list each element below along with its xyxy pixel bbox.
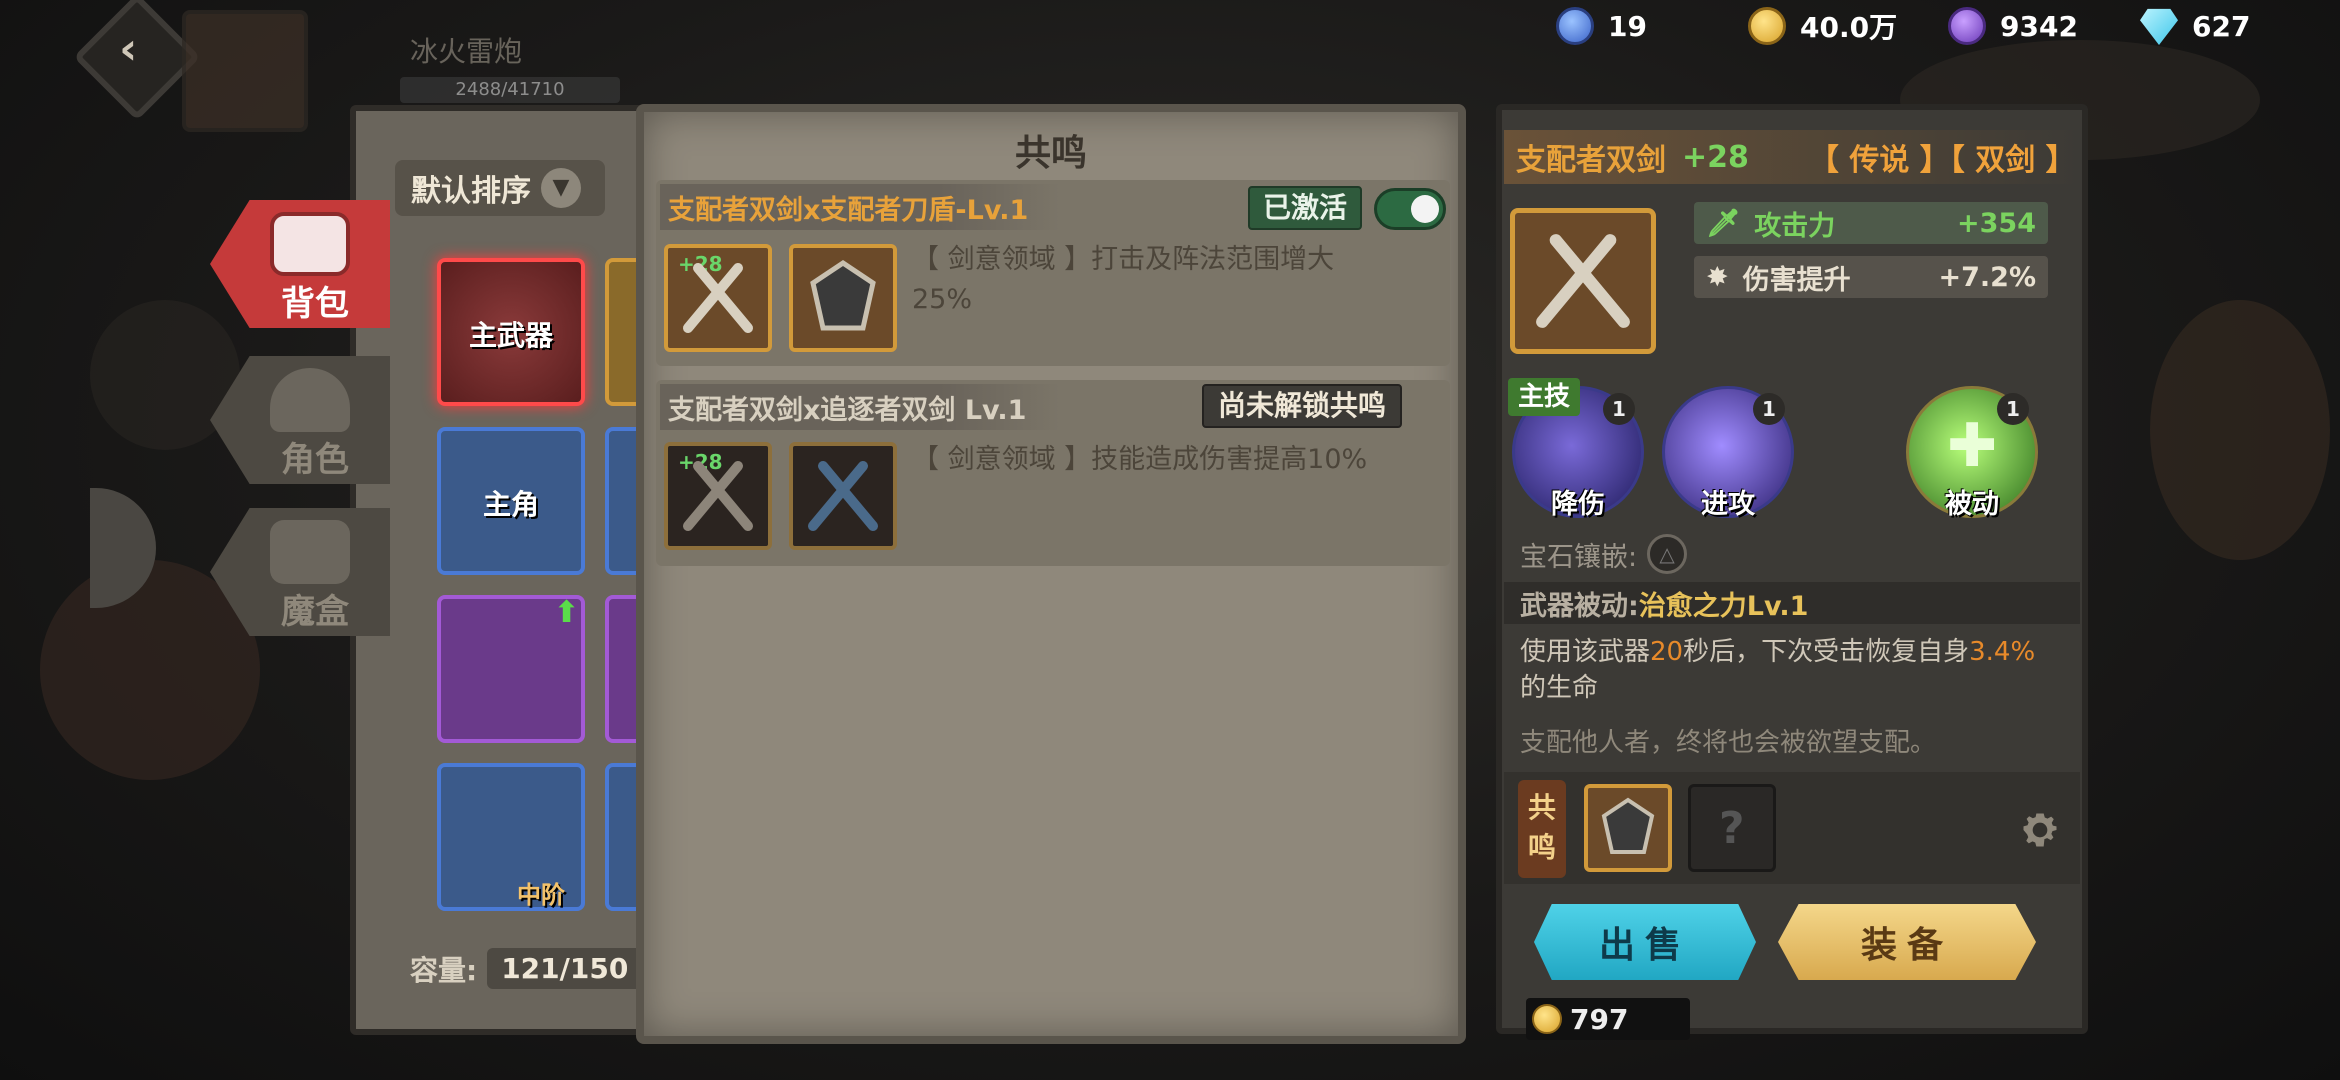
inventory-slot-ring[interactable]: 中阶 xyxy=(437,763,585,911)
plus-icon: ✚ xyxy=(1947,411,1998,481)
blade-shield-icon xyxy=(1601,797,1655,854)
currency-crystal: 9342 xyxy=(1948,6,2078,46)
upgrade-arrow-icon: ⬆ xyxy=(553,595,579,630)
currency-gold: 40.0万 xyxy=(1748,6,1897,46)
sell-button[interactable]: 出售 xyxy=(1534,904,1756,980)
avatar[interactable] xyxy=(182,10,308,132)
sort-dropdown[interactable]: 默认排序 ▼ xyxy=(395,160,605,216)
gold-coin-icon xyxy=(1748,7,1786,45)
gear-icon[interactable] xyxy=(2018,808,2062,852)
weapon-passive-row: 武器被动: 治愈之力Lv.1 xyxy=(1504,582,2080,624)
chaser-blades-thumbnail[interactable] xyxy=(789,442,897,550)
equip-button[interactable]: 装备 xyxy=(1778,904,2036,980)
skill-attack[interactable]: 1 进攻 xyxy=(1662,386,1794,520)
magic-box-icon xyxy=(270,520,350,584)
chevron-down-icon: ▼ xyxy=(541,168,581,208)
stat-damage-boost: ✸ 伤害提升 +7.2% xyxy=(1694,256,2048,298)
blade-shield-thumbnail[interactable] xyxy=(789,244,897,352)
stat-attack: 🗡 攻击力 +354 xyxy=(1694,202,2048,244)
crystal-icon xyxy=(1948,7,1986,45)
item-header: 支配者双剑 +28 【 传说 】【 双剑 】 xyxy=(1504,130,2080,184)
gem-slot-icon[interactable]: △ xyxy=(1647,534,1688,574)
item-rarity: 【 传说 】【 双剑 】 xyxy=(1808,143,2076,178)
resonance-desc: 【 剑意领域 】打击及阵法范围增大 25% xyxy=(912,244,1335,315)
twin-blades-thumbnail[interactable]: +28 xyxy=(664,442,772,550)
flavor-text: 支配他人者，终将也会被欲望支配。 xyxy=(1520,728,1937,758)
blade-shield-icon xyxy=(810,259,876,331)
crossed-blades-icon xyxy=(683,263,753,333)
currency-diamond: 627 xyxy=(2140,6,2250,46)
currency-spirit-orb: 19 xyxy=(1556,6,1647,46)
capacity-indicator: 容量: 121/150 xyxy=(410,948,643,989)
passive-description: 使用该武器20秒后，下次受击恢复自身3.4% 的生命 xyxy=(1520,637,2036,703)
gem-socket-row: 宝石镶嵌: △ xyxy=(1520,534,1688,574)
locked-badge: 尚未解锁共鸣 xyxy=(1202,384,1402,428)
item-icon xyxy=(1510,208,1656,354)
resonance-toggle[interactable] xyxy=(1374,188,1446,230)
crossed-blades-icon xyxy=(808,461,878,531)
guild-progress: 2488/41710 xyxy=(400,77,620,103)
skill-passive[interactable]: ✚ 1 被动 xyxy=(1906,386,2038,520)
inventory-slot-necklace[interactable]: ⬆ xyxy=(437,595,585,743)
resonance-tag: 共鸣 xyxy=(1518,780,1566,878)
helmet-icon xyxy=(270,368,350,432)
sword-icon: 🗡 xyxy=(1706,208,1741,239)
question-mark-icon: ? xyxy=(1719,803,1745,854)
crossed-blades-icon xyxy=(683,461,753,531)
twin-blades-thumbnail[interactable]: +28 xyxy=(664,244,772,352)
crossed-blades-icon xyxy=(1536,234,1630,328)
main-skill-tag: 主技 xyxy=(1508,378,1580,416)
inventory-slot-hero[interactable]: 主角 xyxy=(437,427,585,575)
resonance-slot-blade-shield[interactable] xyxy=(1584,784,1672,872)
resonance-entry-title: 支配者双剑x支配者刀盾-Lv.1 xyxy=(660,184,1060,230)
sell-price: 797 xyxy=(1526,998,1690,1040)
gold-coin-icon xyxy=(1532,1004,1562,1034)
item-name: 支配者双剑 xyxy=(1516,143,1666,178)
item-enhance-level: +28 xyxy=(1682,139,1749,175)
resonance-entry-title: 支配者双剑x追逐者双剑 Lv.1 xyxy=(660,384,1060,430)
diamond-icon xyxy=(2140,8,2178,45)
spirit-orb-icon xyxy=(1556,7,1594,45)
backpack-icon xyxy=(270,212,350,276)
burst-icon: ✸ xyxy=(1706,261,1729,293)
resonance-desc: 【 剑意领域 】技能造成伤害提高10% xyxy=(912,444,1368,475)
resonance-title: 共鸣 xyxy=(1014,133,1087,174)
resonance-slot-unknown[interactable]: ? xyxy=(1688,784,1776,872)
inventory-slot-main-weapon[interactable]: 主武器 xyxy=(437,258,585,406)
game-screen: ‹ 冰火雷炮 2488/41710 19 40.0万 9342 627 默认排序… xyxy=(0,0,2340,1080)
guild-name: 冰火雷炮 xyxy=(410,35,523,68)
back-arrow-icon: ‹ xyxy=(119,23,138,75)
activated-badge: 已激活 xyxy=(1248,186,1362,230)
